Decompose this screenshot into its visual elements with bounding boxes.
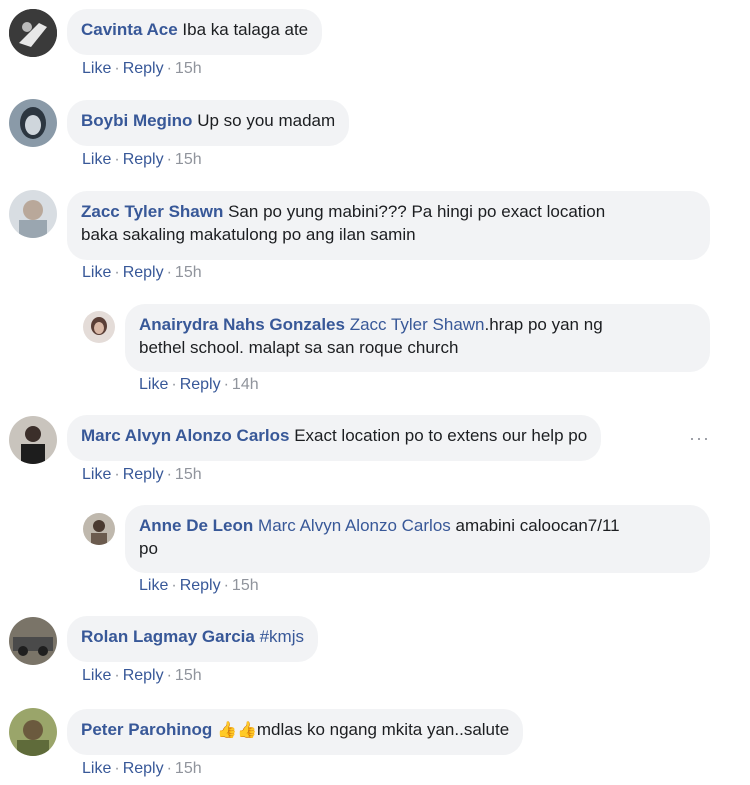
comment-bubble: Rolan Lagmay Garcia #kmjs (67, 616, 318, 662)
separator: · (166, 760, 172, 777)
timestamp[interactable]: 15h (175, 760, 202, 777)
comment-actions: Like · Reply · 15h (82, 466, 202, 484)
comment-text: San po yung mabini??? Pa hingi po exact … (228, 202, 606, 221)
hashtag-link[interactable]: #kmjs (260, 627, 304, 646)
timestamp[interactable]: 15h (175, 264, 202, 281)
reply-link[interactable]: Reply (123, 466, 164, 483)
comment-text: mdlas ko ngang mkita yan..salute (256, 720, 510, 739)
like-link[interactable]: Like (82, 264, 111, 281)
comment-bubble: Anne De Leon Marc Alvyn Alonzo Carlos am… (125, 505, 710, 573)
separator: · (166, 151, 172, 168)
like-link[interactable]: Like (139, 577, 168, 594)
comment-actions: Like · Reply · 15h (139, 577, 259, 595)
reply-link[interactable]: Reply (123, 60, 164, 77)
comment-bubble: Cavinta Ace Iba ka talaga ate (67, 9, 323, 55)
avatar[interactable] (9, 99, 57, 147)
separator: · (114, 151, 120, 168)
comment-actions: Like · Reply · 15h (82, 264, 202, 282)
avatar[interactable] (83, 513, 115, 545)
like-link[interactable]: Like (82, 667, 111, 684)
comment-author[interactable]: Marc Alvyn Alonzo Carlos (81, 426, 289, 445)
comment-text: amabini caloocan7/11 (450, 516, 620, 535)
separator: · (171, 577, 177, 594)
comment-text: Up so you madam (197, 111, 336, 130)
timestamp[interactable]: 14h (232, 376, 259, 393)
comment-author[interactable]: Cavinta Ace (81, 20, 178, 39)
separator: · (166, 60, 172, 77)
timestamp[interactable]: 15h (175, 151, 202, 168)
mention-link[interactable]: Marc Alvyn Alonzo Carlos (258, 516, 451, 535)
comment-bubble: Marc Alvyn Alonzo Carlos Exact location … (67, 415, 602, 461)
separator: · (114, 60, 120, 77)
comment-text: bethel school. malapt sa san roque churc… (139, 338, 459, 357)
timestamp[interactable]: 15h (175, 466, 202, 483)
reply-link[interactable]: Reply (180, 577, 221, 594)
like-link[interactable]: Like (139, 376, 168, 393)
comment-bubble: Boybi Megino Up so you madam (67, 100, 350, 146)
comment-text: .hrap po yan ng (484, 315, 603, 334)
comment-bubble: Peter Parohinog 👍👍mdlas ko ngang mkita y… (67, 709, 524, 755)
comment-author[interactable]: Rolan Lagmay Garcia (81, 627, 255, 646)
comment-text: Iba ka talaga ate (182, 20, 309, 39)
separator: · (171, 376, 177, 393)
comment-text: baka sakaling makatulong po ang ilan sam… (81, 225, 416, 244)
avatar[interactable] (83, 311, 115, 343)
comment-author[interactable]: Anairydra Nahs Gonzales (139, 315, 345, 334)
timestamp[interactable]: 15h (175, 60, 202, 77)
timestamp[interactable]: 15h (175, 667, 202, 684)
comment-bubble: Zacc Tyler Shawn San po yung mabini??? P… (67, 191, 710, 260)
reply-link[interactable]: Reply (123, 760, 164, 777)
avatar[interactable] (9, 708, 57, 756)
comment-actions: Like · Reply · 15h (82, 760, 202, 778)
separator: · (114, 760, 120, 777)
comment-author[interactable]: Peter Parohinog (81, 720, 212, 739)
separator: · (114, 667, 120, 684)
comment-actions: Like · Reply · 14h (139, 376, 259, 394)
avatar[interactable] (9, 9, 57, 57)
comment-actions: Like · Reply · 15h (82, 60, 202, 78)
separator: · (166, 264, 172, 281)
separator: · (223, 577, 229, 594)
separator: · (114, 466, 120, 483)
comment-actions: Like · Reply · 15h (82, 151, 202, 169)
thumbs-up-emoji-icon: 👍👍 (217, 722, 257, 739)
comment-text: Exact location po to extens our help po (294, 426, 588, 445)
avatar[interactable] (9, 617, 57, 665)
like-link[interactable]: Like (82, 151, 111, 168)
like-link[interactable]: Like (82, 466, 111, 483)
reply-link[interactable]: Reply (123, 667, 164, 684)
comment-author[interactable]: Anne De Leon (139, 516, 253, 535)
more-options-icon[interactable]: ··· (689, 428, 710, 449)
comment-actions: Like · Reply · 15h (82, 667, 202, 685)
separator: · (223, 376, 229, 393)
comment-bubble: Anairydra Nahs Gonzales Zacc Tyler Shawn… (125, 304, 710, 372)
reply-link[interactable]: Reply (123, 151, 164, 168)
mention-link[interactable]: Zacc Tyler Shawn (350, 315, 485, 334)
separator: · (114, 264, 120, 281)
timestamp[interactable]: 15h (232, 577, 259, 594)
reply-link[interactable]: Reply (180, 376, 221, 393)
separator: · (166, 466, 172, 483)
separator: · (166, 667, 172, 684)
comment-author[interactable]: Zacc Tyler Shawn (81, 202, 223, 221)
avatar[interactable] (9, 190, 57, 238)
like-link[interactable]: Like (82, 60, 111, 77)
like-link[interactable]: Like (82, 760, 111, 777)
reply-link[interactable]: Reply (123, 264, 164, 281)
comment-author[interactable]: Boybi Megino (81, 111, 192, 130)
avatar[interactable] (9, 416, 57, 464)
comment-text: po (139, 539, 158, 558)
